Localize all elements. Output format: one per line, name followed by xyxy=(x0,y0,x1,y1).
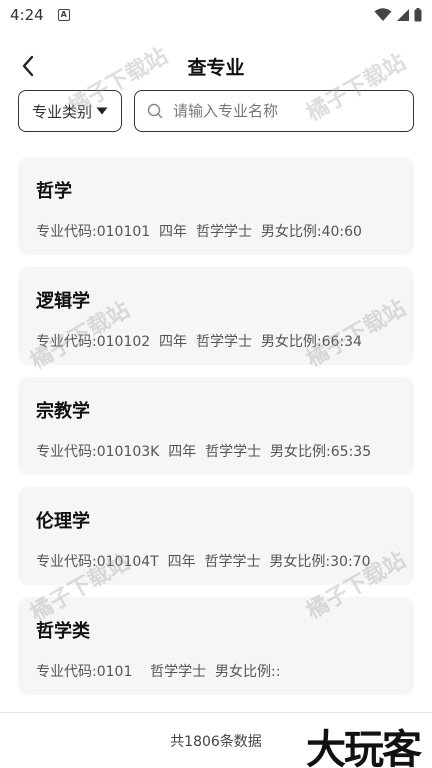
major-card[interactable]: 哲学类 专业代码:0101 哲学学士 男女比例:: xyxy=(18,597,414,695)
footer: 共1806条数据 大玩客 xyxy=(0,712,432,768)
major-card[interactable]: 逻辑学 专业代码:010102 四年 哲学学士 男女比例:66:34 xyxy=(18,267,414,365)
major-name: 逻辑学 xyxy=(36,291,90,312)
status-bar: 4:24 A xyxy=(0,0,432,30)
major-info: 专业代码:010101 四年 哲学学士 男女比例:40:60 xyxy=(36,224,362,240)
wifi-icon xyxy=(374,8,392,21)
major-name: 伦理学 xyxy=(36,511,90,532)
search-box[interactable] xyxy=(134,90,414,132)
major-list: 哲学 专业代码:010101 四年 哲学学士 男女比例:40:60 逻辑学 专业… xyxy=(18,157,414,695)
major-info: 专业代码:010102 四年 哲学学士 男女比例:66:34 xyxy=(36,334,362,350)
category-select[interactable]: 专业类别 xyxy=(18,90,122,132)
signal-icon xyxy=(397,9,409,21)
battery-icon xyxy=(414,8,422,22)
major-name: 宗教学 xyxy=(36,401,90,422)
major-info: 专业代码:010103K 四年 哲学学士 男女比例:65:35 xyxy=(36,444,372,460)
filter-row: 专业类别 xyxy=(18,90,414,132)
back-button[interactable] xyxy=(14,52,42,80)
caret-down-icon xyxy=(96,107,108,115)
search-icon xyxy=(147,103,163,119)
page-title: 查专业 xyxy=(187,56,245,79)
category-select-label: 专业类别 xyxy=(31,102,92,121)
search-input[interactable] xyxy=(173,102,401,120)
status-icons xyxy=(374,8,422,22)
major-info: 专业代码:010104T 四年 哲学学士 男女比例:30:70 xyxy=(36,554,371,570)
header: 查专业 xyxy=(0,44,432,88)
major-name: 哲学类 xyxy=(36,621,90,642)
result-count: 共1806条数据 xyxy=(170,733,262,750)
major-card[interactable]: 宗教学 专业代码:010103K 四年 哲学学士 男女比例:65:35 xyxy=(18,377,414,475)
logo: 大玩客 xyxy=(306,727,422,768)
status-time: 4:24 xyxy=(10,6,44,24)
major-info: 专业代码:0101 哲学学士 男女比例:: xyxy=(36,664,281,680)
major-card[interactable]: 伦理学 专业代码:010104T 四年 哲学学士 男女比例:30:70 xyxy=(18,487,414,585)
major-name: 哲学 xyxy=(36,181,72,202)
major-card[interactable]: 哲学 专业代码:010101 四年 哲学学士 男女比例:40:60 xyxy=(18,157,414,255)
chevron-left-icon xyxy=(22,55,34,77)
notification-icon: A xyxy=(57,9,70,21)
